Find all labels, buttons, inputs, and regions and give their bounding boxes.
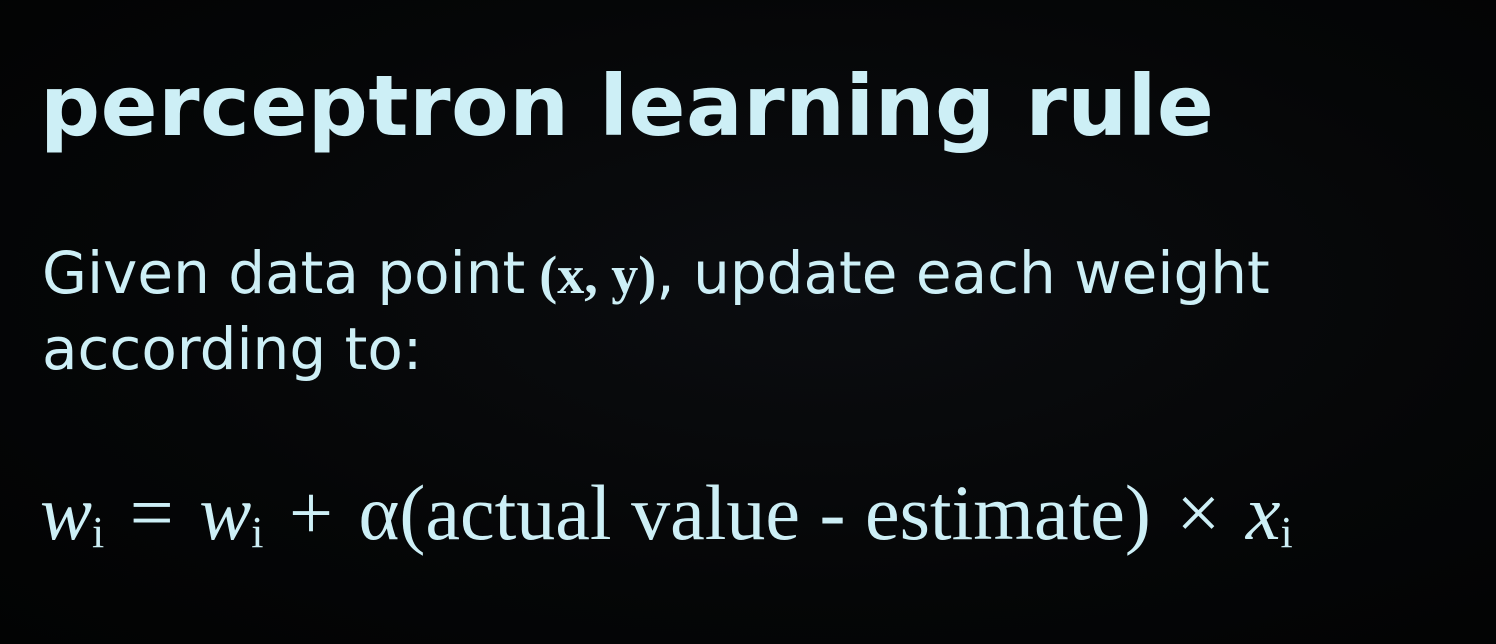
- formula-rhs-weight: w: [199, 469, 252, 556]
- formula-input-subscript: i: [1280, 508, 1293, 557]
- formula-lhs-subscript: i: [92, 508, 105, 557]
- slide-title: perceptron learning rule: [40, 57, 1215, 155]
- formula-plus: +: [289, 469, 334, 556]
- update-formula: wi = wi + α(actual value - estimate) × x…: [40, 470, 1293, 557]
- slide: perceptron learning rule Given data poin…: [0, 0, 1496, 644]
- formula-times: ×: [1176, 469, 1221, 556]
- formula-lhs-weight: w: [40, 469, 93, 556]
- data-point-pair: (x, y): [539, 245, 657, 305]
- formula-input: x: [1245, 469, 1281, 556]
- description-lead: Given data point: [42, 239, 526, 307]
- rule-description: Given data point (x, y), update each weig…: [42, 236, 1472, 386]
- formula-equals: =: [129, 469, 174, 556]
- formula-rhs-subscript: i: [251, 508, 264, 557]
- formula-error-term: α(actual value - estimate): [358, 469, 1151, 556]
